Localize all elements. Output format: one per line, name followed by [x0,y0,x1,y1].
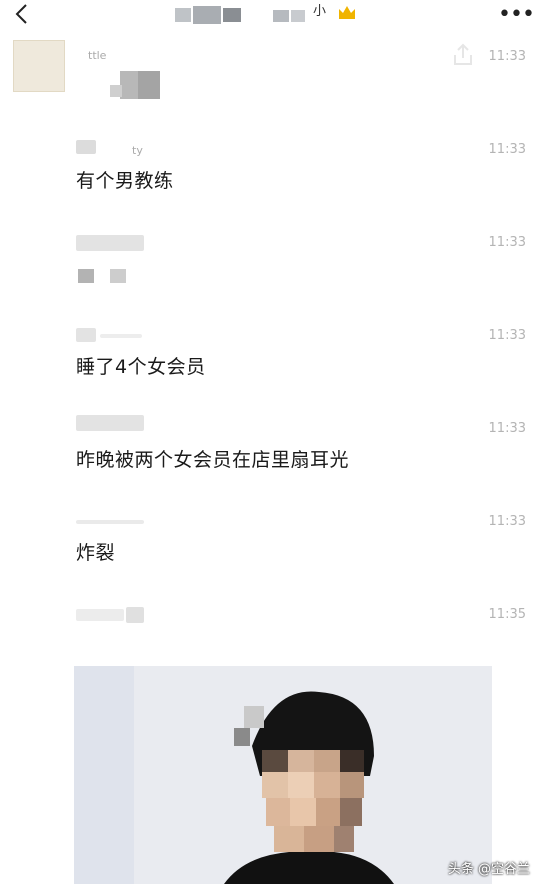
list-item[interactable]: 11:35 [0,607,542,647]
list-item[interactable]: 11:33 睡了4个女会员 [0,328,542,388]
pixelated-text [138,71,160,99]
message-time: 11:33 [488,142,526,157]
list-item[interactable]: 11:33 炸裂 [0,514,542,574]
crown-icon [339,6,355,19]
pixelated-text [110,269,126,283]
message-text: 昨晚被两个女会员在店里扇耳光 [76,449,350,471]
watermark: 头条 @空谷兰 [447,862,530,877]
image-message[interactable] [74,666,492,884]
top-bar: 小 ••• [0,0,542,30]
list-item[interactable]: ttle 11:33 [0,49,542,109]
message-time: 11:33 [488,514,526,529]
message-time: 11:35 [488,607,526,622]
chevron-left-icon[interactable] [10,2,34,26]
message-text: 炸裂 [76,542,116,564]
chat-title-fragment: 小 [313,4,327,19]
message-time: 11:33 [488,49,526,64]
pixelated-text [78,269,94,283]
person-photo [224,691,394,884]
sender-name [76,609,124,621]
pixelated-text [110,85,122,97]
sender-name [76,140,96,154]
sender-name [76,328,96,342]
sender-name [76,520,144,524]
list-item[interactable]: 11:33 昨晚被两个女会员在店里扇耳光 [0,415,542,481]
sender-name [76,415,144,431]
sender-name: ttle [88,49,107,62]
message-time: 11:33 [488,421,526,436]
list-item[interactable]: ty 11:33 有个男教练 [0,140,542,202]
message-text: 睡了4个女会员 [76,356,206,378]
message-time: 11:33 [488,328,526,343]
message-time: 11:33 [488,235,526,250]
list-item[interactable]: 11:33 [0,235,542,295]
sender-name [76,235,144,251]
more-button[interactable]: ••• [498,2,535,27]
sender-name: ty [132,144,143,157]
message-text: 有个男教练 [76,170,174,192]
sender-name [126,607,144,623]
sender-name [100,334,142,338]
pixelated-text [120,71,138,99]
